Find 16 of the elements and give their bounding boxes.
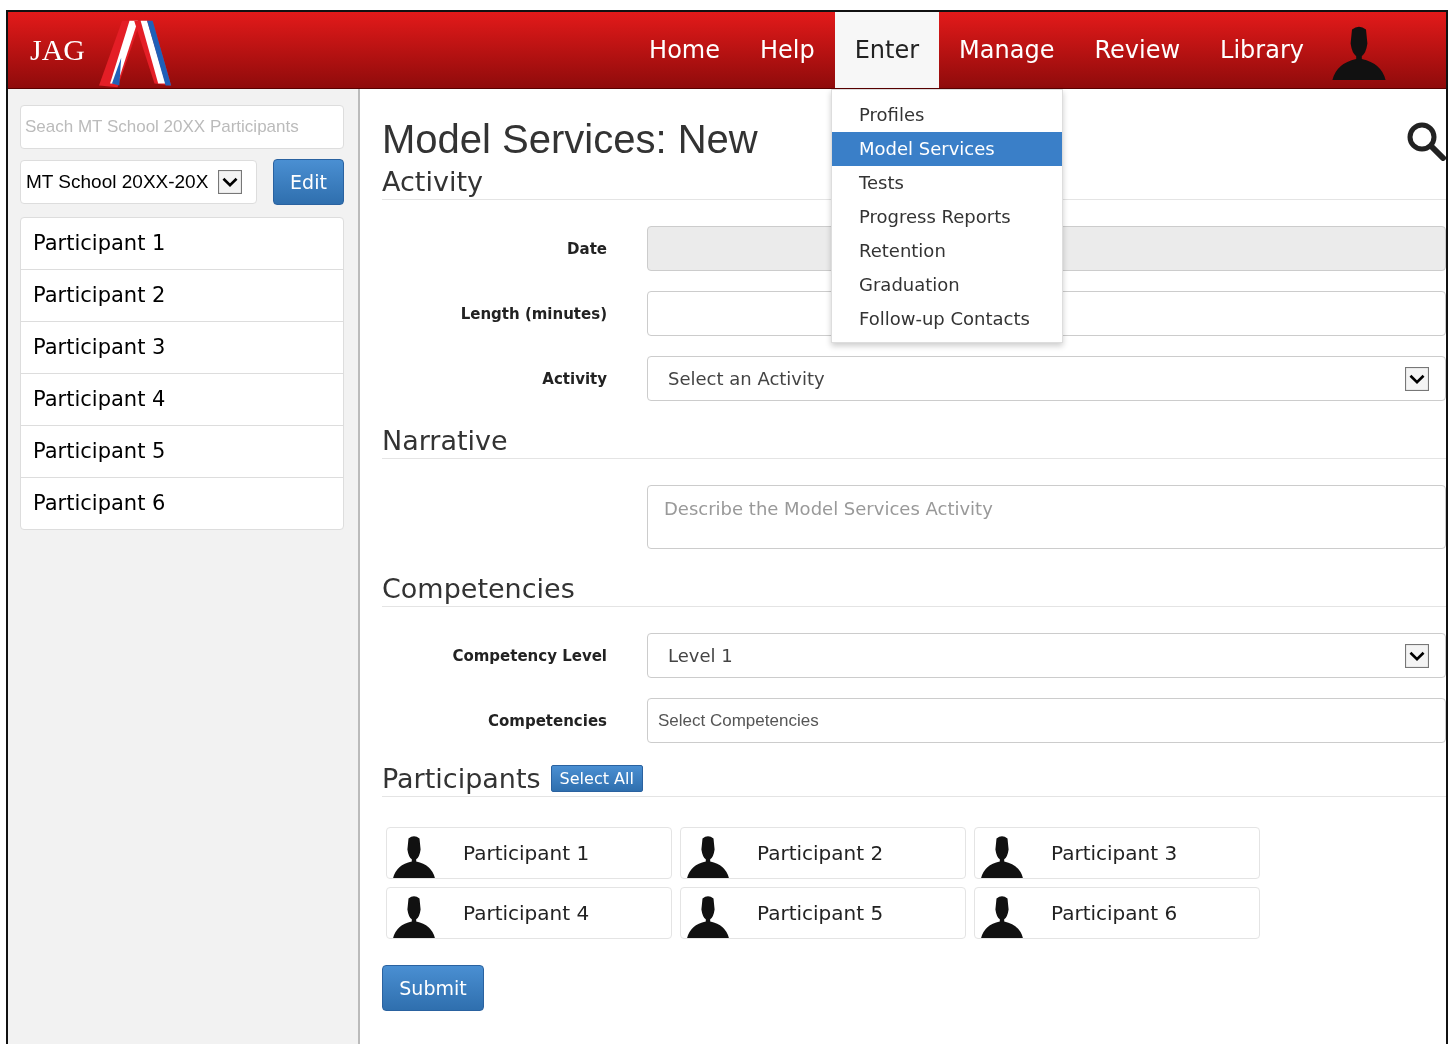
section-heading: Competencies	[382, 573, 1446, 607]
participant-name: Participant 1	[463, 841, 590, 865]
participant-name: Participant 4	[463, 901, 590, 925]
field-label: Activity	[541, 369, 607, 388]
field-label: Competencies	[487, 711, 607, 730]
field-label: Length (minutes)	[459, 304, 607, 323]
field-label: Competency Level	[451, 646, 607, 665]
participant-name: Participant 3	[1051, 841, 1178, 865]
field-label: Date	[566, 239, 607, 258]
page-title: Model Services: New	[382, 117, 758, 162]
participant-name: Participant 2	[757, 841, 884, 865]
section-heading: Narrative	[382, 425, 1446, 459]
logo-text: JAG	[30, 33, 85, 67]
participant-name: Participant 5	[757, 901, 884, 925]
participant-name: Participant 6	[1051, 901, 1178, 925]
section-heading: Participants	[382, 763, 541, 794]
